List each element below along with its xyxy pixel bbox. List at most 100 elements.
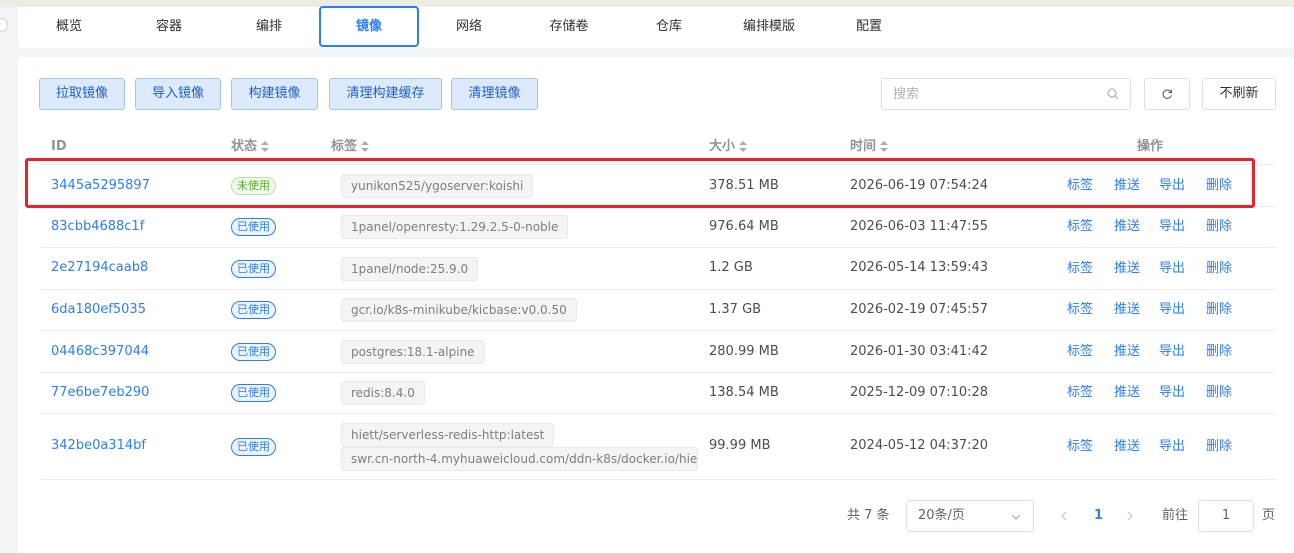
row-divider xyxy=(40,413,1276,414)
export-action-link[interactable]: 导出 xyxy=(1159,217,1185,237)
pagination-total: 共 7 条 xyxy=(847,508,890,523)
image-size: 1.37 GB xyxy=(709,302,762,317)
image-size: 976.64 MB xyxy=(709,219,779,234)
tag-action-link[interactable]: 标签 xyxy=(1067,342,1093,362)
tab-repositories[interactable]: 仓库 xyxy=(621,7,717,47)
tab-networks[interactable]: 网络 xyxy=(421,7,517,47)
row-divider xyxy=(40,289,1276,290)
image-tag: redis:8.4.0 xyxy=(341,381,425,405)
page-size-select[interactable]: 20条/页 xyxy=(906,500,1034,532)
export-action-link[interactable]: 导出 xyxy=(1159,176,1185,196)
goto-page-input[interactable]: 1 xyxy=(1198,500,1254,532)
sort-icon xyxy=(880,141,889,152)
image-id-link[interactable]: 77e6be7eb290 xyxy=(51,383,149,403)
image-tag: hiett/serverless-redis-http:latest xyxy=(341,423,555,447)
search-box xyxy=(881,78,1131,110)
export-action-link[interactable]: 导出 xyxy=(1159,437,1185,457)
image-time: 2026-06-03 11:47:55 xyxy=(850,219,989,234)
prev-page-button[interactable] xyxy=(1060,500,1068,532)
chevron-right-icon xyxy=(1127,511,1133,520)
images-panel: 拉取镜像 导入镜像 构建镜像 清理构建缓存 清理镜像 不刷新 ID 状态 标签 … xyxy=(18,57,1294,553)
tab-bar: 概览 容器 编排 镜像 网络 存储卷 仓库 编排模版 配置 xyxy=(18,6,1294,48)
import-image-button[interactable]: 导入镜像 xyxy=(135,78,221,110)
tab-settings[interactable]: 配置 xyxy=(821,7,917,47)
search-input[interactable] xyxy=(882,79,1082,109)
status-badge: 已使用 xyxy=(231,343,276,361)
tab-volumes[interactable]: 存储卷 xyxy=(521,7,617,47)
push-action-link[interactable]: 推送 xyxy=(1114,259,1140,279)
export-action-link[interactable]: 导出 xyxy=(1159,383,1185,403)
row-divider xyxy=(40,247,1276,248)
delete-action-link[interactable]: 删除 xyxy=(1206,259,1232,279)
image-time: 2026-06-19 07:54:24 xyxy=(850,178,989,193)
tab-compose-templates[interactable]: 编排模版 xyxy=(721,7,817,47)
status-badge: 已使用 xyxy=(231,384,276,402)
delete-action-link[interactable]: 删除 xyxy=(1206,383,1232,403)
push-action-link[interactable]: 推送 xyxy=(1114,176,1140,196)
image-time: 2026-01-30 03:41:42 xyxy=(850,344,989,359)
delete-action-link[interactable]: 删除 xyxy=(1206,176,1232,196)
row-divider xyxy=(40,479,1276,480)
image-tag: gcr.io/k8s-minikube/kicbase:v0.0.50 xyxy=(341,298,577,322)
image-time: 2025-12-09 07:10:28 xyxy=(850,385,989,400)
image-id-link[interactable]: 342be0a314bf xyxy=(51,436,146,456)
tag-action-link[interactable]: 标签 xyxy=(1067,300,1093,320)
push-action-link[interactable]: 推送 xyxy=(1114,383,1140,403)
status-badge: 已使用 xyxy=(231,438,276,456)
header-divider xyxy=(40,164,1276,165)
tab-overview[interactable]: 概览 xyxy=(21,7,117,47)
tag-action-link[interactable]: 标签 xyxy=(1067,437,1093,457)
chevron-left-icon xyxy=(1061,511,1067,520)
image-id-link[interactable]: 3445a5295897 xyxy=(51,176,150,196)
tag-action-link[interactable]: 标签 xyxy=(1067,259,1093,279)
auto-refresh-select[interactable]: 不刷新 xyxy=(1202,78,1276,110)
image-tag: 1panel/node:25.9.0 xyxy=(341,257,479,281)
column-header-tags[interactable]: 标签 xyxy=(331,137,370,157)
prune-images-button[interactable]: 清理镜像 xyxy=(451,78,538,110)
image-size: 99.99 MB xyxy=(709,438,771,453)
image-size: 138.54 MB xyxy=(709,385,779,400)
export-action-link[interactable]: 导出 xyxy=(1159,342,1185,362)
refresh-button[interactable] xyxy=(1144,78,1190,110)
chevron-down-icon xyxy=(1011,514,1021,520)
image-time: 2026-02-19 07:45:57 xyxy=(850,302,989,317)
tag-action-link[interactable]: 标签 xyxy=(1067,176,1093,196)
page-suffix: 页 xyxy=(1262,508,1276,523)
sort-icon xyxy=(261,141,270,152)
delete-action-link[interactable]: 删除 xyxy=(1206,437,1232,457)
prune-build-cache-button[interactable]: 清理构建缓存 xyxy=(329,78,442,110)
row-divider xyxy=(40,372,1276,373)
sidebar-collapse-handle[interactable] xyxy=(0,18,8,32)
status-badge: 未使用 xyxy=(231,177,276,195)
column-header-size[interactable]: 大小 xyxy=(709,137,748,157)
tab-compose[interactable]: 编排 xyxy=(221,7,317,47)
delete-action-link[interactable]: 删除 xyxy=(1206,300,1232,320)
sort-icon xyxy=(361,141,370,152)
pull-image-button[interactable]: 拉取镜像 xyxy=(39,78,125,110)
column-header-status[interactable]: 状态 xyxy=(231,137,270,157)
image-id-link[interactable]: 2e27194caab8 xyxy=(51,258,148,278)
push-action-link[interactable]: 推送 xyxy=(1114,437,1140,457)
push-action-link[interactable]: 推送 xyxy=(1114,300,1140,320)
status-badge: 已使用 xyxy=(231,260,276,278)
tab-containers[interactable]: 容器 xyxy=(121,7,217,47)
delete-action-link[interactable]: 删除 xyxy=(1206,217,1232,237)
next-page-button[interactable] xyxy=(1126,500,1134,532)
column-header-time[interactable]: 时间 xyxy=(850,137,889,157)
build-image-button[interactable]: 构建镜像 xyxy=(231,78,318,110)
sort-icon xyxy=(739,141,748,152)
push-action-link[interactable]: 推送 xyxy=(1114,217,1140,237)
export-action-link[interactable]: 导出 xyxy=(1159,300,1185,320)
delete-action-link[interactable]: 删除 xyxy=(1206,342,1232,362)
tag-action-link[interactable]: 标签 xyxy=(1067,217,1093,237)
tag-action-link[interactable]: 标签 xyxy=(1067,383,1093,403)
image-id-link[interactable]: 6da180ef5035 xyxy=(51,300,146,320)
page-number-current[interactable]: 1 xyxy=(1094,500,1103,532)
export-action-link[interactable]: 导出 xyxy=(1159,259,1185,279)
image-tag: postgres:18.1-alpine xyxy=(341,340,485,364)
image-id-link[interactable]: 83cbb4688c1f xyxy=(51,217,144,237)
status-badge: 已使用 xyxy=(231,218,276,236)
tab-images[interactable]: 镜像 xyxy=(319,6,419,47)
image-id-link[interactable]: 04468c397044 xyxy=(51,342,149,362)
push-action-link[interactable]: 推送 xyxy=(1114,342,1140,362)
